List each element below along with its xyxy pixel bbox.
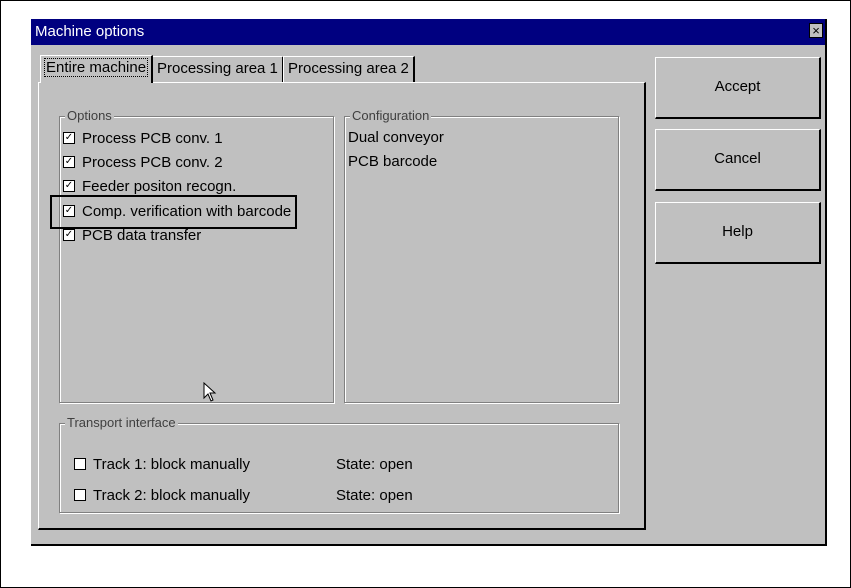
option-label: PCB data transfer [82, 227, 202, 244]
mouse-pointer-icon [203, 382, 217, 402]
window-title: Machine options [35, 23, 145, 40]
machine-options-dialog: Machine options × Entire machine Process… [31, 19, 827, 546]
transport-group-label: Transport interface [65, 415, 178, 430]
checkbox-checked-icon[interactable]: ✓ [63, 132, 75, 145]
tab-label: Processing area 1 [157, 60, 278, 77]
checkbox-checked-icon[interactable]: ✓ [63, 180, 75, 193]
options-group-label: Options [65, 108, 114, 123]
option-feeder-position-recogn[interactable]: ✓ Feeder positon recogn. [63, 178, 236, 195]
tab-entire-machine[interactable]: Entire machine [40, 55, 154, 83]
accept-button[interactable]: Accept [655, 57, 821, 119]
option-process-pcb-conv-1[interactable]: ✓ Process PCB conv. 1 [63, 130, 223, 147]
track-label: Track 1: block manually [93, 456, 251, 473]
close-icon[interactable]: × [809, 23, 823, 38]
highlight-annotation-box [50, 195, 297, 229]
track-2-state: State: open [336, 487, 413, 504]
tab-label: Entire machine [43, 58, 149, 77]
tab-processing-area-1[interactable]: Processing area 1 [152, 56, 284, 82]
cancel-button[interactable]: Cancel [655, 129, 821, 191]
configuration-item: PCB barcode [348, 153, 438, 170]
track-2-block-manually[interactable]: Track 2: block manually [74, 487, 250, 504]
track-label: Track 2: block manually [93, 487, 251, 504]
checkbox-unchecked-icon[interactable] [74, 489, 86, 502]
configuration-item: Dual conveyor [348, 129, 444, 146]
option-process-pcb-conv-2[interactable]: ✓ Process PCB conv. 2 [63, 154, 223, 171]
option-pcb-data-transfer[interactable]: ✓ PCB data transfer [63, 227, 201, 244]
help-button[interactable]: Help [655, 202, 821, 264]
configuration-group-label: Configuration [350, 108, 432, 123]
title-bar: Machine options × [31, 19, 825, 45]
option-label: Feeder positon recogn. [82, 178, 237, 195]
option-label: Process PCB conv. 1 [82, 130, 223, 147]
checkbox-checked-icon[interactable]: ✓ [63, 156, 75, 169]
option-label: Process PCB conv. 2 [82, 154, 223, 171]
tab-label: Processing area 2 [288, 60, 409, 77]
checkbox-checked-icon[interactable]: ✓ [63, 229, 75, 242]
track-1-block-manually[interactable]: Track 1: block manually [74, 456, 250, 473]
checkbox-unchecked-icon[interactable] [74, 458, 86, 471]
tab-processing-area-2[interactable]: Processing area 2 [283, 56, 415, 82]
track-1-state: State: open [336, 456, 413, 473]
